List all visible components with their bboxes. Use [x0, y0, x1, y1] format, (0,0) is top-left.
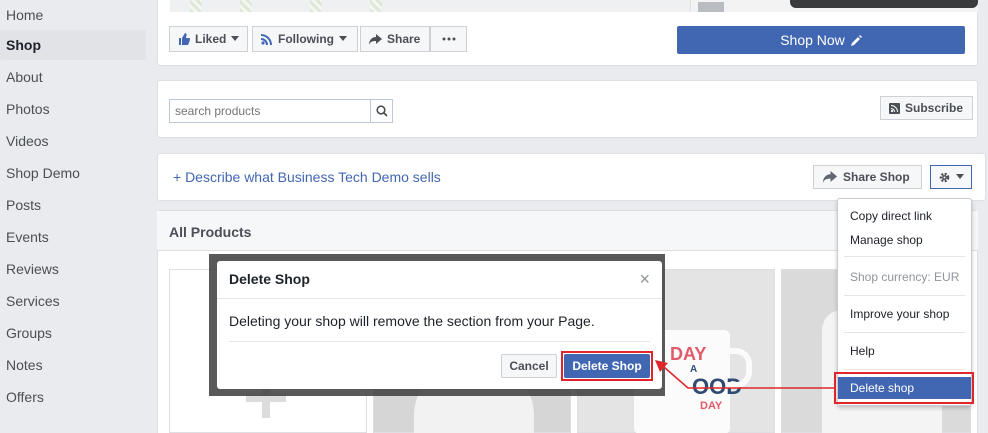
all-products-title: All Products	[169, 224, 252, 240]
search-icon	[375, 105, 388, 117]
shop-settings-menu: Copy direct link Manage shop Shop curren…	[837, 198, 972, 406]
share-arrow-icon	[369, 33, 382, 45]
sidebar-item-about[interactable]: About	[0, 62, 146, 92]
share-label: Share	[387, 32, 421, 46]
liked-button[interactable]: Liked	[169, 26, 248, 52]
shop-settings-button[interactable]	[930, 165, 972, 189]
share-shop-button[interactable]: Share Shop	[813, 165, 922, 189]
ellipsis-icon	[442, 37, 455, 41]
more-options-button[interactable]	[430, 26, 467, 52]
menu-item-currency: Shop currency: EUR	[850, 270, 960, 284]
liked-label: Liked	[195, 32, 227, 46]
menu-item-manage-shop[interactable]: Manage shop	[838, 229, 971, 251]
following-label: Following	[278, 32, 334, 46]
sidebar-item-shop[interactable]: Shop	[0, 30, 146, 60]
search-input[interactable]	[170, 100, 370, 122]
sidebar-item-services[interactable]: Services	[0, 286, 146, 316]
chevron-down-icon	[956, 174, 964, 179]
sidebar-item-photos[interactable]: Photos	[0, 94, 146, 124]
sidebar-item-notes[interactable]: Notes	[0, 350, 146, 380]
shop-now-button[interactable]: Shop Now	[677, 26, 965, 54]
annotation-arrow	[655, 360, 836, 389]
cover-photo-strip	[170, 0, 978, 12]
sidebar-item-shop-demo[interactable]: Shop Demo	[0, 158, 146, 188]
dialog-title: Delete Shop	[229, 271, 310, 287]
describe-shop-link[interactable]: + Describe what Business Tech Demo sells	[173, 169, 441, 185]
page-sidebar: Home Shop About Photos Videos Shop Demo …	[0, 0, 150, 433]
chevron-down-icon	[231, 36, 240, 41]
menu-item-help[interactable]: Help	[838, 340, 971, 362]
gear-icon	[939, 172, 950, 182]
share-arrow-icon	[822, 171, 838, 183]
subscribe-label: Subscribe	[905, 101, 964, 115]
menu-divider	[844, 295, 965, 296]
chevron-down-icon	[339, 36, 347, 41]
delete-shop-dialog: Delete Shop × Deleting your shop will re…	[217, 261, 662, 389]
menu-item-delete-shop[interactable]: Delete shop	[838, 377, 971, 399]
shop-now-label: Shop Now	[780, 32, 845, 48]
sidebar-item-events[interactable]: Events	[0, 222, 146, 252]
dialog-divider	[229, 341, 650, 342]
sidebar-item-home[interactable]: Home	[0, 0, 146, 30]
menu-divider	[844, 256, 965, 257]
sidebar-item-videos[interactable]: Videos	[0, 126, 146, 156]
delete-shop-confirm-button[interactable]: Delete Shop	[564, 354, 650, 378]
search-button[interactable]	[370, 100, 392, 122]
menu-divider	[844, 332, 965, 333]
mug-text: DAY	[700, 400, 723, 412]
close-icon[interactable]: ×	[639, 269, 650, 290]
thumbs-up-icon	[179, 33, 190, 45]
share-button[interactable]: Share	[360, 26, 430, 52]
subscribe-button[interactable]: Subscribe	[880, 96, 973, 120]
sidebar-item-posts[interactable]: Posts	[0, 190, 146, 220]
pencil-icon	[850, 34, 862, 46]
sidebar-item-groups[interactable]: Groups	[0, 318, 146, 348]
following-button[interactable]: Following	[252, 26, 358, 52]
menu-divider	[844, 369, 965, 370]
rss-icon	[889, 102, 900, 114]
rss-icon	[261, 34, 272, 45]
sidebar-item-offers[interactable]: Offers	[0, 382, 146, 412]
menu-item-improve-shop[interactable]: Improve your shop	[838, 303, 971, 325]
search-products-field[interactable]	[169, 99, 393, 123]
cancel-button[interactable]: Cancel	[501, 354, 557, 378]
menu-item-copy-link[interactable]: Copy direct link	[838, 205, 971, 227]
dialog-message: Deleting your shop will remove the secti…	[229, 313, 595, 329]
sidebar-item-reviews[interactable]: Reviews	[0, 254, 146, 284]
share-shop-label: Share Shop	[843, 170, 910, 184]
dialog-divider	[217, 298, 662, 299]
